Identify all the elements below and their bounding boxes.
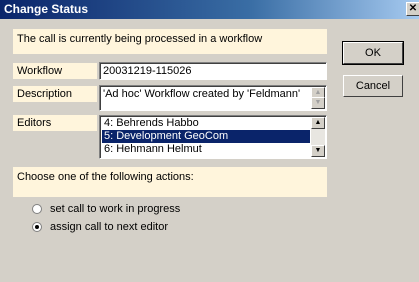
close-icon[interactable]: ✕: [406, 2, 419, 16]
scroll-up-icon[interactable]: ▲: [311, 117, 325, 129]
editors-list[interactable]: 4: Behrends Habbo 5: Development GeoCom …: [99, 115, 327, 159]
radio-selected-dot: [35, 225, 39, 229]
scroll-down-icon[interactable]: ▼: [311, 145, 325, 157]
list-item[interactable]: 4: Behrends Habbo: [102, 117, 310, 130]
editors-scrollbar[interactable]: ▲ ▼: [311, 117, 325, 157]
workflow-field[interactable]: 20031219-115026: [99, 62, 327, 80]
scroll-down-icon[interactable]: ▼: [311, 97, 325, 109]
editors-label: Editors: [13, 115, 97, 131]
cancel-button[interactable]: Cancel: [343, 75, 403, 97]
description-label: Description: [13, 86, 97, 102]
list-item[interactable]: 6: Hehmann Helmut: [102, 143, 310, 156]
radio-label: set call to work in progress: [50, 203, 181, 215]
actions-prompt: Choose one of the following actions:: [13, 167, 327, 197]
dialog-title: Change Status: [4, 2, 89, 16]
workflow-value: 20031219-115026: [103, 65, 192, 77]
description-scrollbar[interactable]: ▲ ▼: [311, 87, 325, 109]
description-field[interactable]: 'Ad hoc' Workflow created by 'Feldmann' …: [99, 85, 327, 111]
ok-button[interactable]: OK: [342, 41, 404, 65]
title-bar: Change Status ✕: [0, 0, 419, 19]
list-item-selected[interactable]: 5: Development GeoCom: [102, 130, 310, 143]
status-message: The call is currently being processed in…: [13, 29, 327, 54]
radio-work-in-progress[interactable]: [32, 204, 42, 214]
description-value: 'Ad hoc' Workflow created by 'Feldmann': [103, 88, 301, 100]
workflow-label: Workflow: [13, 63, 97, 79]
radio-next-editor[interactable]: [32, 222, 42, 232]
radio-label: assign call to next editor: [50, 221, 169, 233]
